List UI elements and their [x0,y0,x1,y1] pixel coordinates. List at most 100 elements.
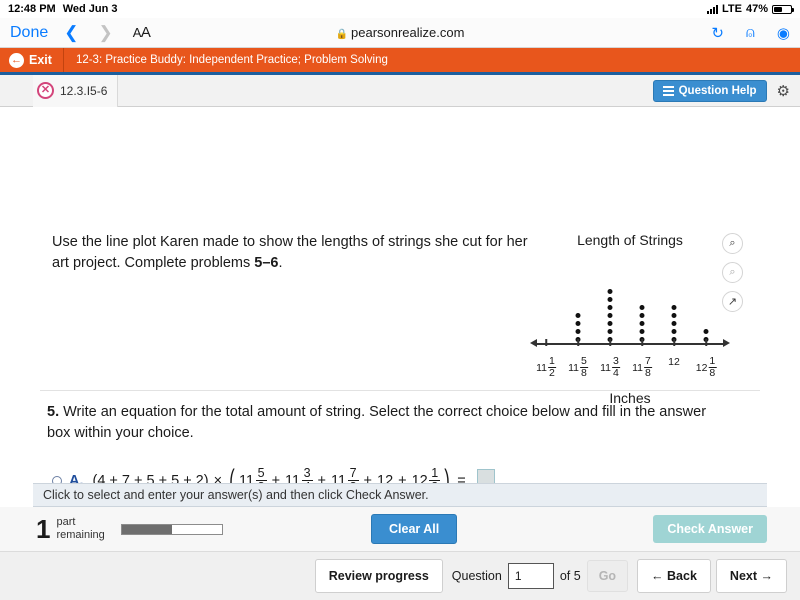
question-5-body: Write an equation for the total amount o… [47,404,707,442]
plot-dot [575,313,581,318]
exit-label: Exit [29,53,52,67]
compass-icon[interactable]: ◉ [777,24,790,42]
plot-dot [671,313,677,318]
plot-dot [703,329,709,334]
axis-line [536,343,724,345]
next-arrow-icon: → [760,569,774,583]
plot-dot [639,329,645,334]
assignment-title: 12-3: Practice Buddy: Independent Practi… [75,54,388,66]
axis-tick [673,339,675,346]
prompt-line-1: Use the line plot Karen made to show the… [52,234,503,250]
forward-chevron-icon[interactable]: ❯ [99,23,113,43]
question-content: Use the line plot Karen made to show the… [0,107,800,583]
plot-dot [639,305,645,310]
battery-percent-label: 47% [745,3,768,15]
battery-icon [772,4,794,14]
text-size-button[interactable]: AA [133,24,151,41]
plot-dot [607,313,613,318]
prompt-line-2c: . [278,255,283,272]
done-button[interactable]: Done [10,24,48,42]
question-header: ✕ 12.3.I5-6 Question Help ⚙ [0,74,800,107]
back-button[interactable]: ← Back [637,559,711,593]
next-label: Next [729,569,758,583]
reload-icon[interactable]: ↻ [711,24,724,42]
plot-dot [575,321,581,326]
question-id-label: 12.3.I5-6 [60,83,108,98]
plot-dot-column [575,313,581,342]
network-type-label: LTE [722,3,742,15]
next-button[interactable]: Next → [715,559,787,593]
axis-tick-label: 12 [668,356,680,368]
plot-dot [671,329,677,334]
plot-dot [607,321,613,326]
plot-axis [530,338,730,356]
plot-dot [607,329,613,334]
progress-bar [120,523,223,535]
question-5-number: 5. [47,404,60,420]
incorrect-status-icon: ✕ [37,82,54,99]
plot-dot [607,297,613,302]
plot-title: Length of Strings [577,232,683,248]
question-help-label: Question Help [678,84,757,97]
status-indicators: LTE 47% [707,3,794,15]
question-number-input[interactable]: 1 [507,563,554,589]
plot-dot-area [530,252,730,342]
exit-button[interactable]: ← Exit [0,48,64,72]
url-text: pearsonrealize.com [351,25,465,40]
safari-toolbar: Done ❮ ❯ AA 🔒 pearsonrealize.com ↻ ⍝ ◉ [0,18,800,48]
go-button[interactable]: Go [586,560,629,592]
plot-dot-column [639,305,645,342]
question-5-text: 5. Write an equation for the total amoun… [47,402,727,444]
section-divider [40,390,760,391]
expand-icon[interactable]: ↗ [722,291,743,312]
parts-remaining: 1 part remaining [36,516,223,542]
plot-dot-column [671,305,677,342]
gear-icon[interactable]: ⚙ [777,82,790,100]
status-date: Wed Jun 3 [62,3,118,15]
check-answer-button[interactable]: Check Answer [653,515,767,543]
safari-actions: ↻ ⍝ ◉ [711,24,790,42]
axis-tick [705,339,707,346]
zoom-out-icon[interactable]: ⌕ [722,262,743,283]
bottom-navigation: Review progress Question 1 of 5 Go ← Bac… [0,552,800,600]
parts-remaining-count: 1 [36,514,51,544]
review-progress-button[interactable]: Review progress [314,559,443,593]
plot-dot [607,305,613,310]
question-header-actions: Question Help ⚙ [652,79,800,102]
axis-tick-label: 12 1 8 [695,355,717,380]
plot-dot [639,313,645,318]
prompt-problem-range: 5–6 [254,255,279,272]
address-bar[interactable]: 🔒 pearsonrealize.com [0,25,800,40]
zoom-in-icon[interactable]: ⌕ [722,233,743,254]
signal-strength-icon [707,4,718,14]
axis-tick-label: 11 5 8 [568,355,588,380]
clear-all-button[interactable]: Clear All [371,514,458,544]
back-arrow-icon: ← [651,569,664,583]
plot-dot [639,321,645,326]
question-navigator: Question 1 of 5 Go [448,560,632,592]
parts-label-line2: remaining [56,529,105,541]
share-icon[interactable]: ⍝ [746,24,755,41]
question-help-button[interactable]: Question Help [652,79,767,102]
plot-dot [671,305,677,310]
line-plot: Length of Strings 11 1 2 11 5 8 11 3 4 11 7 8 12 12 1 8… [530,232,730,406]
plot-dot [575,329,581,334]
back-chevron-icon[interactable]: ❮ [64,23,78,43]
question-nav-label: Question [451,569,502,583]
ios-status-bar: 12:48 PM Wed Jun 3 LTE 47% [0,0,800,18]
answer-toolbar: 1 part remaining Clear All Check Answer [0,507,800,552]
plot-dot [671,321,677,326]
axis-tick-label: 11 7 8 [632,355,652,380]
back-label: Back [667,569,697,583]
back-arrow-icon: ← [9,52,24,68]
assignment-bar: ← Exit 12-3: Practice Buddy: Independent… [0,48,800,75]
problem-prompt: Use the line plot Karen made to show the… [52,232,547,274]
status-time: 12:48 PM [8,3,56,15]
axis-tick [641,339,643,346]
lock-icon: 🔒 [335,29,348,40]
axis-tick [609,339,611,346]
instruction-strip: Click to select and enter your answer(s)… [33,483,767,507]
axis-tick-labels: 11 1 2 11 5 8 11 3 4 11 7 8 12 12 1 8 [530,355,730,386]
axis-tick-label: 11 3 4 [600,355,620,380]
question-id-badge: ✕ 12.3.I5-6 [33,74,119,107]
